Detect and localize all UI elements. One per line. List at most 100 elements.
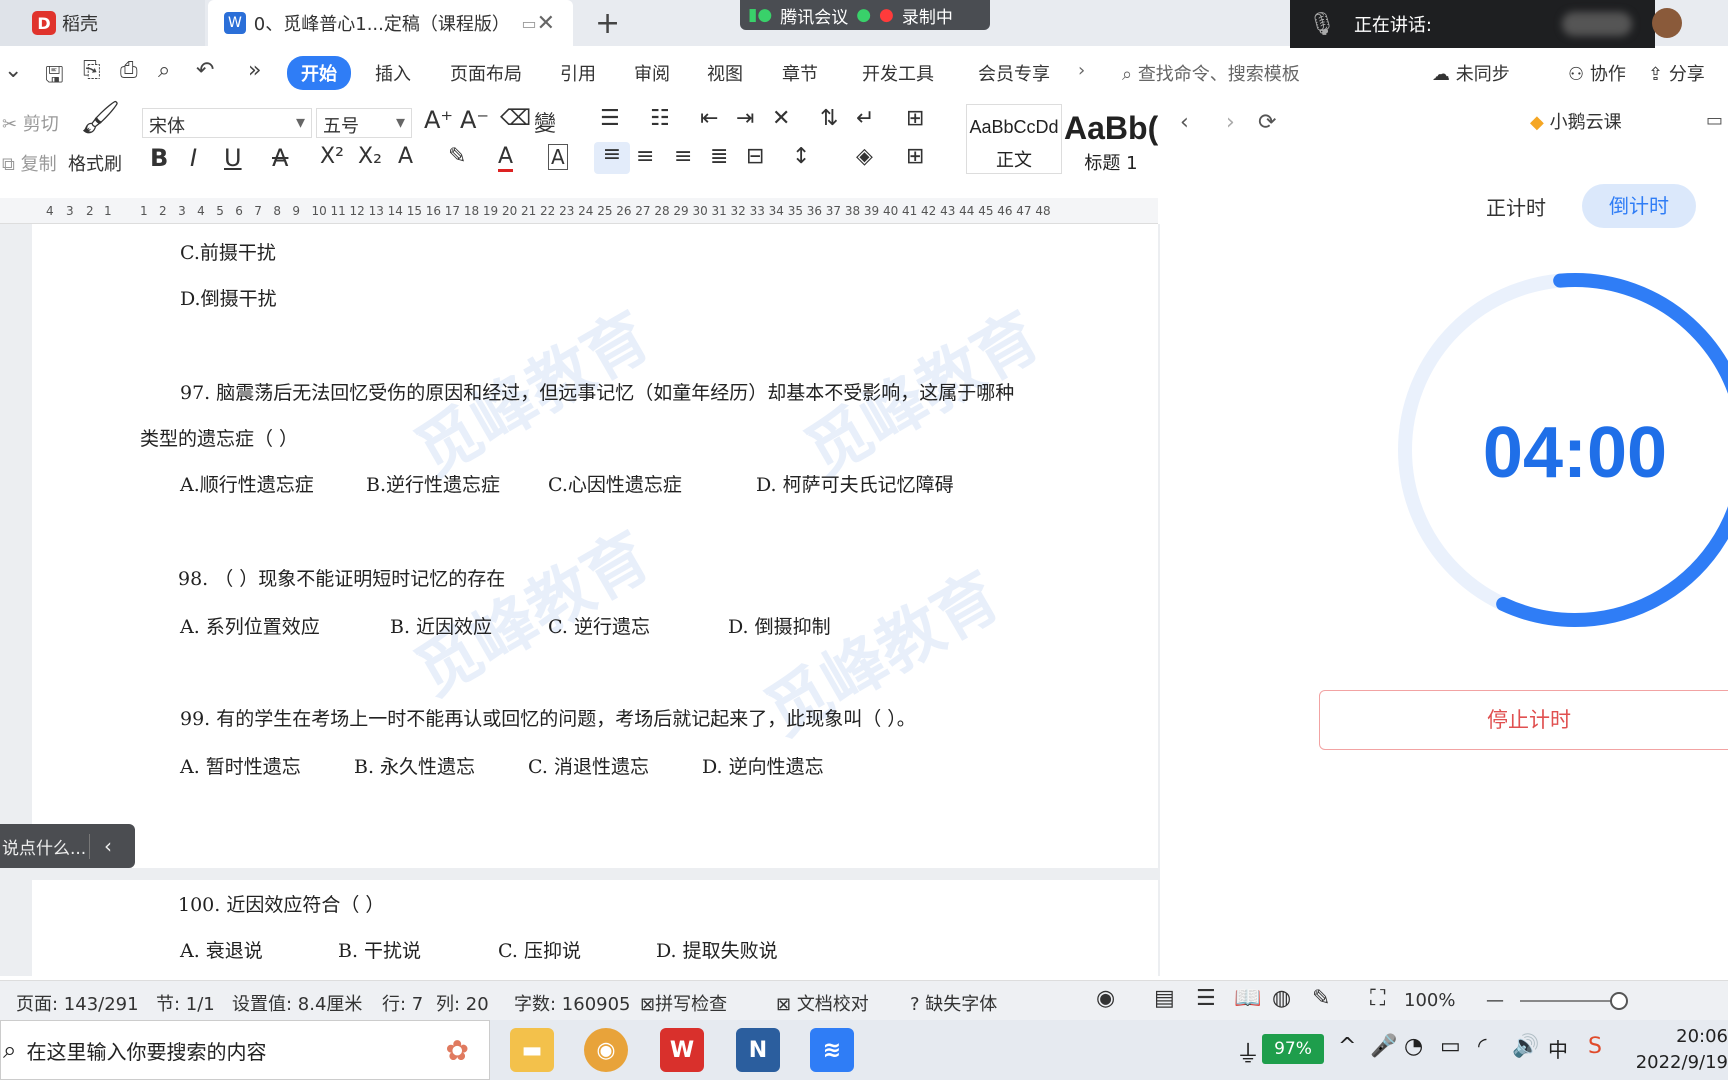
decrease-indent-icon[interactable]: ⇤ xyxy=(700,106,718,131)
align-right-icon[interactable]: ≡ xyxy=(674,144,692,169)
bullet-list-icon[interactable]: ☰ xyxy=(600,106,620,131)
line-spacing-icon[interactable]: ↕ xyxy=(792,144,810,169)
tab-review[interactable]: 审阅 xyxy=(634,60,670,86)
underline-icon[interactable]: U xyxy=(224,144,242,172)
cut-button[interactable]: ✂ 剪切 xyxy=(2,110,59,136)
shading-icon[interactable]: ◈ xyxy=(856,144,873,169)
font-size-select[interactable]: 五号 ▾ xyxy=(316,108,412,138)
chevron-up-icon[interactable]: ^ xyxy=(1338,1034,1356,1059)
new-tab-button[interactable]: + xyxy=(595,6,620,41)
meeting-app-icon[interactable]: ≋ xyxy=(810,1028,854,1072)
chevron-left-icon[interactable]: ‹ xyxy=(90,834,112,858)
tab-document[interactable]: W 0、觅峰普心1...定稿（课程版） ▭ ✕ xyxy=(208,0,573,46)
close-tab-icon[interactable]: ✕ xyxy=(537,11,555,36)
distribute-icon[interactable]: ⊟ xyxy=(746,144,764,169)
subscript-icon[interactable]: X₂ xyxy=(358,144,382,169)
collaborate-button[interactable]: ⚇ 协作 xyxy=(1568,60,1626,86)
count-up-tab[interactable]: 正计时 xyxy=(1486,192,1546,221)
borders-icon[interactable]: ⊞ xyxy=(906,144,924,169)
wps-icon[interactable]: W xyxy=(660,1028,704,1072)
clear-format-icon[interactable]: ⌫ xyxy=(500,106,531,131)
bold-icon[interactable]: B xyxy=(150,144,168,172)
refresh-icon[interactable]: ⟳ xyxy=(1258,110,1276,135)
chevron-right-icon[interactable]: › xyxy=(1078,60,1085,81)
tab-chapter[interactable]: 章节 xyxy=(782,60,818,86)
forward-icon[interactable]: › xyxy=(1226,110,1235,135)
copy-button[interactable]: ⧉ 复制 xyxy=(2,150,57,176)
font-name-select[interactable]: 宋体 ▾ xyxy=(142,108,312,138)
justify-icon[interactable]: ≣ xyxy=(710,144,728,169)
clock[interactable]: 20:06 2022/9/19 xyxy=(1630,1024,1728,1076)
tab-start[interactable]: 开始 xyxy=(287,56,351,90)
zoom-slider[interactable] xyxy=(1520,1000,1620,1002)
text-effect-icon[interactable]: A xyxy=(398,144,413,169)
screen-icon[interactable]: ▭ xyxy=(521,14,536,33)
italic-icon[interactable]: I xyxy=(190,144,197,172)
page-view-icon[interactable]: ▤ xyxy=(1154,986,1175,1011)
grow-font-icon[interactable]: A⁺ xyxy=(424,106,453,134)
command-search[interactable]: ⌕ 查找命令、搜索模板 xyxy=(1122,60,1300,86)
show-marks-icon[interactable]: ↵ xyxy=(856,106,874,131)
stop-timer-button[interactable]: 停止计时 xyxy=(1319,690,1728,750)
back-icon[interactable]: ‹ xyxy=(1180,110,1189,135)
tab-daoke[interactable]: D 稻壳 xyxy=(0,0,205,46)
char-border-icon[interactable]: A xyxy=(548,144,568,170)
numbered-list-icon[interactable]: ☷ xyxy=(650,106,670,131)
write-view-icon[interactable]: ✎ xyxy=(1312,986,1330,1011)
strikethrough-icon[interactable]: A xyxy=(272,144,288,172)
count-down-tab[interactable]: 倒计时 xyxy=(1582,184,1696,228)
zoom-level[interactable]: 100% xyxy=(1404,990,1455,1011)
volume-icon[interactable]: 🔊 xyxy=(1512,1034,1539,1059)
battery-indicator[interactable]: 97% xyxy=(1262,1034,1324,1064)
tab-references[interactable]: 引用 xyxy=(560,60,596,86)
eye-protection-icon[interactable]: ◉ xyxy=(1096,986,1115,1011)
meeting-status-bar[interactable]: ▮● 腾讯会议 ● ● 录制中 xyxy=(740,0,990,30)
print-preview-icon[interactable]: ⌕ xyxy=(158,58,184,84)
zoom-slider-handle[interactable] xyxy=(1610,992,1628,1010)
window-icon[interactable]: ▭ xyxy=(1706,110,1723,131)
tab-insert[interactable]: 插入 xyxy=(375,60,411,86)
network-icon[interactable]: ◔ xyxy=(1404,1034,1423,1059)
horizontal-ruler[interactable]: 4 3 2 1 1 2 3 4 5 6 7 8 9 10 11 12 13 14 15 16 17 18 19 20 21 22 2… xyxy=(0,198,1158,224)
style-normal[interactable]: AaBbCcDd 正文 xyxy=(966,104,1062,174)
tab-developer[interactable]: 开发工具 xyxy=(862,60,934,86)
save-icon[interactable]: 🖫 xyxy=(45,58,71,88)
battery-icon[interactable]: ▭ xyxy=(1440,1034,1461,1059)
chevron-down-icon[interactable]: ⌄ xyxy=(4,58,30,84)
app-icon[interactable]: N xyxy=(736,1028,780,1072)
increase-indent-icon[interactable]: ⇥ xyxy=(736,106,754,131)
sync-status[interactable]: ☁ 未同步 xyxy=(1432,60,1510,86)
phonetic-icon[interactable]: 變 xyxy=(534,106,556,138)
zoom-out-icon[interactable]: — xyxy=(1486,990,1504,1011)
page-indicator[interactable]: 页面: 143/291 xyxy=(16,990,139,1016)
document-page[interactable]: 觅峰教育 觅峰教育 觅峰教育 觅峰教育 C.前摄干扰 D.倒摄干扰 97. 脑震… xyxy=(32,224,1158,976)
outline-view-icon[interactable]: ☰ xyxy=(1196,986,1216,1011)
export-icon[interactable]: ⎘ xyxy=(83,58,109,84)
avatar[interactable] xyxy=(1652,8,1682,38)
tab-page-layout[interactable]: 页面布局 xyxy=(450,60,522,86)
ime-indicator[interactable]: 中 xyxy=(1548,1034,1568,1063)
style-heading-1[interactable]: AaBb( 标题 1 xyxy=(1064,104,1158,174)
brush-icon[interactable]: 🖌 xyxy=(80,98,121,136)
sort-icon[interactable]: ⇅ xyxy=(820,106,838,131)
missing-font-button[interactable]: ? 缺失字体 xyxy=(910,990,997,1016)
align-left-icon[interactable]: ≡ xyxy=(594,142,630,174)
tab-view[interactable]: 视图 xyxy=(707,60,743,86)
shrink-font-icon[interactable]: A⁻ xyxy=(460,106,489,134)
web-view-icon[interactable]: ◍ xyxy=(1272,986,1291,1011)
file-explorer-icon[interactable]: ▬ xyxy=(510,1028,554,1072)
spell-check-button[interactable]: ⊠拼写检查 xyxy=(640,990,727,1016)
comment-input-tab[interactable]: 说点什么... ‹ xyxy=(0,824,135,868)
table-tools-icon[interactable]: ⊞ xyxy=(906,106,924,131)
align-center-icon[interactable]: ≡ xyxy=(636,144,654,169)
superscript-icon[interactable]: X² xyxy=(320,144,344,169)
more-icon[interactable]: » xyxy=(248,58,274,84)
word-count[interactable]: 字数: 160905 xyxy=(514,990,631,1016)
sogou-icon[interactable]: S xyxy=(1588,1034,1602,1059)
font-color-icon[interactable]: A xyxy=(498,144,514,172)
share-button[interactable]: ⇪ 分享 xyxy=(1648,60,1705,86)
format-painter-button[interactable]: 格式刷 xyxy=(68,150,122,176)
read-view-icon[interactable]: 📖 xyxy=(1234,986,1261,1011)
chrome-icon[interactable]: ◉ xyxy=(584,1028,628,1072)
highlight-icon[interactable]: ✎ xyxy=(448,144,466,169)
